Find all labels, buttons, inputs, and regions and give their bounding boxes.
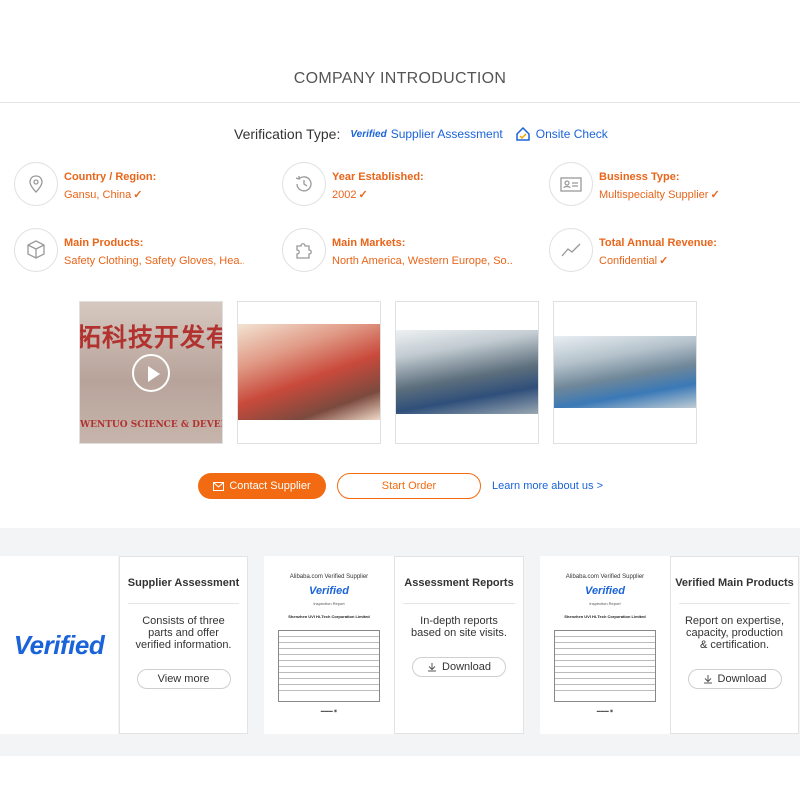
info-label: Country / Region: [64, 171, 157, 183]
info-country: Country / Region: Gansu, China ✓ [14, 162, 274, 206]
start-order-label: Start Order [381, 480, 437, 492]
page-title: COMPANY INTRODUCTION [293, 70, 507, 87]
puzzle-icon [282, 228, 326, 272]
report-verified-logo: Verified [309, 585, 349, 597]
info-value: 2002 ✓ [332, 189, 368, 201]
view-more-button[interactable]: View more [136, 669, 231, 689]
photo-office-1[interactable] [395, 301, 539, 444]
envelope-icon [213, 481, 225, 491]
info-label: Year Established: [332, 171, 424, 183]
download-label: Download [717, 673, 767, 685]
report-table [278, 630, 380, 702]
title-divider [0, 102, 800, 103]
info-label: Total Annual Revenue: [599, 237, 717, 249]
card-assessment-reports: Assessment Reports In-depth reports base… [394, 556, 524, 734]
card-title: Supplier Assessment [127, 577, 240, 589]
contact-supplier-label: Contact Supplier [229, 480, 311, 492]
report-verified-logo: Verified [585, 585, 625, 597]
card-verified-main-products: Verified Main Products Report on experti… [670, 556, 799, 734]
download-products-button[interactable]: Download [687, 669, 782, 689]
info-value: Safety Clothing, Safety Gloves, Hea...✓ [64, 255, 244, 267]
card-title: Assessment Reports [404, 577, 514, 589]
report-footer: ▬▬▬ ◉ [320, 708, 338, 713]
verification-type-row: Verification Type: Verified Supplier Ass… [234, 126, 608, 142]
info-value: Confidential ✓ [599, 255, 669, 267]
report-company: Shenzhen UVI Hi-Tech Corporation Limited [564, 614, 646, 619]
card-description: Report on expertise, capacity, productio… [684, 615, 785, 651]
info-main-markets: Main Markets: North America, Western Eur… [282, 228, 542, 272]
report-header: Alibaba.com Verified Supplier [289, 574, 369, 580]
info-value: Gansu, China ✓ [64, 189, 143, 201]
supplier-assessment-link[interactable]: Supplier Assessment [391, 127, 503, 141]
photo-office-2[interactable] [553, 301, 697, 444]
onsite-check-icon [516, 126, 530, 141]
onsite-check-link[interactable]: Onsite Check [536, 127, 608, 141]
report-subtitle: Inspection Report [589, 601, 621, 606]
report-preview-2[interactable]: Alibaba.com Verified Supplier Verified I… [540, 556, 670, 734]
video-thumbnail[interactable]: 拓科技开发有限 WENTUO SCIENCE & DEVELOPMENT [79, 301, 223, 444]
report-header: Alibaba.com Verified Supplier [565, 574, 645, 580]
verified-logo-icon: Verified [350, 128, 387, 140]
view-more-label: View more [157, 673, 210, 685]
card-description: In-depth reports based on site visits. [411, 615, 507, 639]
box-icon [14, 228, 58, 272]
history-clock-icon [282, 162, 326, 206]
location-pin-icon [14, 162, 58, 206]
report-preview-1[interactable]: Alibaba.com Verified Supplier Verified I… [264, 556, 394, 734]
card-title: Verified Main Products [675, 577, 794, 589]
verification-type-label: Verification Type: [234, 126, 341, 142]
trend-chart-icon [549, 228, 593, 272]
business-card-icon [549, 162, 593, 206]
info-business-type: Business Type: Multispecialty Supplier ✓ [549, 162, 800, 206]
card-divider [679, 603, 790, 604]
info-value: Multispecialty Supplier ✓ [599, 189, 720, 201]
report-subtitle: Inspection Report [313, 601, 345, 606]
sign-english-text: WENTUO SCIENCE & DEVELOPMENT [80, 420, 222, 430]
learn-more-link[interactable]: Learn more about us > [492, 480, 603, 492]
play-icon[interactable] [132, 354, 170, 392]
info-label: Main Markets: [332, 237, 406, 249]
sign-chinese-text: 拓科技开发有限 [79, 323, 222, 352]
start-order-button[interactable]: Start Order [337, 473, 481, 499]
info-label: Business Type: [599, 171, 680, 183]
card-supplier-assessment: Supplier Assessment Consists of three pa… [119, 556, 248, 734]
card-divider [403, 603, 515, 604]
download-icon [428, 663, 437, 672]
verified-logo-large: Verified [13, 629, 105, 660]
info-main-products: Main Products: Safety Clothing, Safety G… [14, 228, 274, 272]
download-icon [703, 675, 712, 684]
report-footer: ▬▬▬ ◉ [596, 708, 614, 713]
card-divider [128, 603, 239, 604]
verified-badge: Verified [0, 556, 118, 734]
photo-team[interactable] [237, 301, 381, 444]
card-description: Consists of three parts and offer verifi… [135, 615, 232, 651]
report-table [554, 630, 656, 702]
info-annual-revenue: Total Annual Revenue: Confidential ✓ [549, 228, 800, 272]
download-label: Download [442, 661, 491, 673]
info-value: North America, Western Europe, So...✓ [332, 255, 512, 267]
download-reports-button[interactable]: Download [412, 657, 506, 677]
contact-supplier-button[interactable]: Contact Supplier [198, 473, 326, 499]
info-label: Main Products: [64, 237, 144, 249]
report-company: Shenzhen UVI Hi-Tech Corporation Limited [288, 614, 370, 619]
info-year: Year Established: 2002 ✓ [282, 162, 542, 206]
